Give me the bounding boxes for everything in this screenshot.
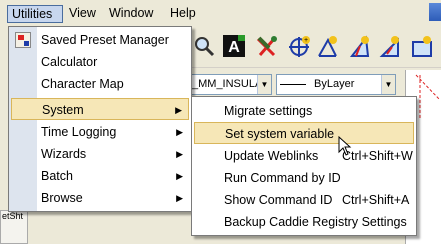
triangle-icon[interactable]	[348, 34, 372, 58]
menu-item-label: Wizards	[41, 147, 87, 161]
menu-item-wizards[interactable]: Wizards ▶	[11, 143, 189, 165]
chevron-right-icon: ▶	[176, 127, 183, 137]
set-sheet-label: etSht	[2, 211, 24, 221]
menu-utilities[interactable]: Utilities	[7, 5, 63, 23]
menu-item-run-command-by-id[interactable]: Run Command by ID	[194, 167, 414, 189]
menu-item-backup-caddie-registry-settings[interactable]: Backup Caddie Registry Settings	[194, 211, 414, 233]
menu-item-label: Run Command by ID	[224, 171, 341, 185]
target-icon[interactable]: +	[287, 34, 311, 58]
lineweight-combo[interactable]: ByLayer ▼	[276, 74, 396, 95]
menu-bar: Utilities View Window Help	[0, 0, 441, 26]
zoom-icon[interactable]	[192, 34, 216, 58]
linetype-combo[interactable]: _MM_INSULA ▼	[188, 74, 272, 95]
menu-view-label: View	[69, 6, 96, 20]
menu-help[interactable]: Help	[166, 5, 200, 23]
utilities-menu: Saved Preset Manager Calculator Characte…	[8, 26, 192, 212]
menu-item-label: Saved Preset Manager	[41, 33, 169, 47]
shortcut-label: Ctrl+Shift+A	[342, 193, 410, 207]
shape-icon[interactable]	[410, 34, 434, 58]
menu-item-label: Time Logging	[41, 125, 117, 139]
chevron-down-icon[interactable]: ▼	[257, 75, 271, 94]
menu-item-label: Backup Caddie Registry Settings	[224, 215, 407, 229]
menu-item-label: Update Weblinks	[224, 149, 319, 163]
menu-item-label: Character Map	[41, 77, 124, 91]
menu-item-saved-preset-manager[interactable]: Saved Preset Manager	[11, 29, 189, 51]
system-submenu: Migrate settings Set system variable Upd…	[191, 96, 417, 236]
window-icon	[429, 3, 441, 21]
app-window: Utilities View Window Help A + _MM_INSUL…	[0, 0, 441, 244]
text-style-icon[interactable]: A	[222, 34, 246, 58]
svg-text:A: A	[228, 39, 240, 56]
menu-item-batch[interactable]: Batch ▶	[11, 165, 189, 187]
menu-item-label: Calculator	[41, 55, 98, 69]
draw-icon[interactable]	[316, 34, 340, 58]
menu-item-label: Migrate settings	[224, 104, 313, 118]
line-sample-icon	[280, 83, 306, 85]
chevron-right-icon: ▶	[176, 149, 183, 159]
menu-item-character-map[interactable]: Character Map	[11, 73, 189, 95]
chevron-right-icon: ▶	[176, 171, 183, 181]
menu-item-system[interactable]: System ▶	[11, 98, 189, 120]
menu-view[interactable]: View	[65, 5, 100, 23]
chevron-right-icon: ▶	[176, 193, 183, 203]
menu-item-set-system-variable[interactable]: Set system variable	[194, 122, 414, 144]
tools-icon[interactable]	[255, 34, 279, 58]
menu-item-label: Batch	[41, 169, 73, 183]
chevron-right-icon: ▶	[175, 105, 182, 115]
menu-item-label: Show Command ID	[224, 193, 333, 207]
menu-item-label: System	[42, 103, 84, 117]
menu-item-time-logging[interactable]: Time Logging ▶	[11, 121, 189, 143]
menu-item-calculator[interactable]: Calculator	[11, 51, 189, 73]
lineweight-value: ByLayer	[314, 78, 355, 90]
menu-item-migrate-settings[interactable]: Migrate settings	[194, 100, 414, 122]
menu-item-label: Browse	[41, 191, 83, 205]
triangle-add-icon[interactable]	[378, 34, 402, 58]
menu-item-show-command-id[interactable]: Show Command ID Ctrl+Shift+A	[194, 189, 414, 211]
svg-text:+: +	[304, 37, 308, 44]
set-sheet-tab[interactable]: etSht	[0, 210, 28, 244]
menu-item-update-weblinks[interactable]: Update Weblinks Ctrl+Shift+W	[194, 145, 414, 167]
menu-item-label: Set system variable	[225, 127, 335, 141]
shortcut-label: Ctrl+Shift+W	[342, 149, 413, 163]
preset-manager-icon	[15, 32, 31, 48]
menu-item-browse[interactable]: Browse ▶	[11, 187, 189, 209]
mouse-cursor-icon	[338, 135, 352, 156]
menu-help-label: Help	[170, 6, 196, 20]
chevron-down-icon[interactable]: ▼	[381, 75, 395, 94]
linetype-value: _MM_INSULA	[192, 78, 263, 90]
menu-window[interactable]: Window	[105, 5, 157, 23]
menu-utilities-label: Utilities	[12, 7, 53, 21]
menu-window-label: Window	[109, 6, 154, 20]
